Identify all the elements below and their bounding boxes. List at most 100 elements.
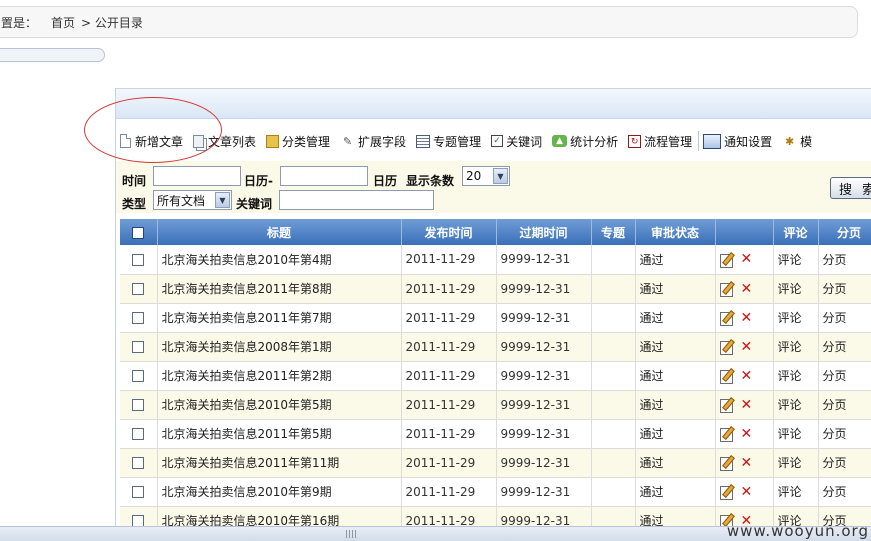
select-all-checkbox[interactable] — [132, 226, 145, 239]
column-header: 标题 — [157, 219, 402, 245]
article-table: 标题 发布时间 过期时间 专题 审批状态 评论 分页 北京海关拍卖信息2010年… — [120, 219, 871, 528]
article-title-link[interactable]: 北京海关拍卖信息2010年第16期 — [157, 506, 402, 528]
select-all-header[interactable] — [120, 219, 158, 245]
article-title-link[interactable]: 北京海关拍卖信息2011年第7期 — [157, 303, 402, 333]
row-checkbox-cell[interactable] — [120, 361, 158, 391]
search-button[interactable]: 搜 索 — [830, 177, 871, 199]
row-checkbox[interactable] — [131, 341, 144, 353]
toolbar-label: 通知设置 — [724, 134, 773, 149]
delete-icon[interactable]: ✕ — [741, 426, 753, 442]
column-header: 专题 — [591, 219, 636, 245]
toolbar-keyword[interactable]: ✓ 关键词 — [491, 133, 542, 150]
comment-link[interactable]: 评论 — [773, 303, 819, 333]
comment-link[interactable]: 评论 — [773, 361, 819, 391]
comment-link[interactable]: 评论 — [773, 245, 819, 275]
article-title-link[interactable]: 北京海关拍卖信息2011年第11期 — [157, 448, 402, 478]
end-date-input[interactable] — [280, 166, 368, 186]
edit-icon[interactable] — [719, 397, 735, 413]
toolbar-topic-manage[interactable]: 专题管理 — [416, 133, 481, 150]
delete-icon[interactable]: ✕ — [741, 339, 753, 355]
edit-icon[interactable] — [719, 368, 735, 384]
row-checkbox[interactable] — [131, 428, 144, 440]
delete-icon[interactable]: ✕ — [741, 397, 753, 413]
pagination-link[interactable]: 分页 — [818, 419, 871, 449]
delete-icon[interactable]: ✕ — [741, 310, 753, 326]
row-checkbox-cell[interactable] — [120, 274, 158, 304]
article-title-link[interactable]: 北京海关拍卖信息2008年第1期 — [157, 332, 402, 362]
row-checkbox[interactable] — [131, 399, 144, 411]
delete-icon[interactable]: ✕ — [741, 455, 753, 471]
comment-link[interactable]: 评论 — [773, 477, 819, 507]
article-title-link[interactable]: 北京海关拍卖信息2010年第5期 — [157, 390, 402, 420]
row-checkbox[interactable] — [131, 457, 144, 469]
toolbar-label: 统计分析 — [570, 134, 619, 149]
edit-icon[interactable] — [719, 484, 735, 500]
row-checkbox[interactable] — [131, 312, 144, 324]
time-label: 时间 — [122, 174, 147, 188]
row-checkbox-cell[interactable] — [120, 390, 158, 420]
toolbar-label: 分类管理 — [282, 134, 331, 149]
pagination-link[interactable]: 分页 — [818, 245, 871, 275]
table-header-row: 标题 发布时间 过期时间 专题 审批状态 评论 分页 — [120, 219, 871, 245]
row-checkbox-cell[interactable] — [120, 506, 158, 528]
article-title-link[interactable]: 北京海关拍卖信息2011年第8期 — [157, 274, 402, 304]
delete-icon[interactable]: ✕ — [741, 281, 753, 297]
pagination-link[interactable]: 分页 — [818, 390, 871, 420]
comment-link[interactable]: 评论 — [773, 419, 819, 449]
approval-status: 通过 — [635, 448, 716, 478]
edit-icon[interactable] — [719, 455, 735, 471]
edit-icon[interactable] — [719, 339, 735, 355]
article-title-link[interactable]: 北京海关拍卖信息2011年第5期 — [157, 419, 402, 449]
type-select[interactable]: 所有文档 ▼ — [153, 190, 232, 210]
show-count-select[interactable]: 20 ▼ — [462, 166, 510, 186]
comment-link[interactable]: 评论 — [773, 274, 819, 304]
actions-cell: ✕ — [715, 245, 774, 275]
row-checkbox-cell[interactable] — [120, 303, 158, 333]
toolbar-extend-field[interactable]: ✎ 扩展字段 — [340, 133, 406, 150]
edit-icon[interactable] — [719, 426, 735, 442]
keyword-input[interactable] — [279, 190, 434, 210]
pagination-link[interactable]: 分页 — [818, 448, 871, 478]
toolbar-article-list[interactable]: 文章列表 — [193, 133, 256, 150]
approval-status: 通过 — [635, 361, 716, 391]
row-checkbox[interactable] — [131, 283, 144, 295]
delete-icon[interactable]: ✕ — [741, 484, 753, 500]
toolbar-category-manage[interactable]: 分类管理 — [266, 133, 330, 150]
comment-link[interactable]: 评论 — [773, 332, 819, 362]
toolbar-notice-settings[interactable]: 通知设置 — [703, 133, 772, 150]
row-checkbox-cell[interactable] — [120, 419, 158, 449]
row-checkbox-cell[interactable] — [120, 332, 158, 362]
table-row: 北京海关拍卖信息2010年第9期 2011-11-29 9999-12-31 通过 ✕ 评… — [120, 477, 871, 507]
delete-icon[interactable]: ✕ — [741, 251, 753, 267]
article-title-link[interactable]: 北京海关拍卖信息2010年第4期 — [157, 245, 402, 275]
row-checkbox[interactable] — [131, 253, 144, 266]
row-checkbox[interactable] — [131, 370, 144, 382]
pagination-link[interactable]: 分页 — [818, 332, 871, 362]
toolbar-statistics[interactable]: ▲ 统计分析 — [552, 133, 618, 150]
table-row: 北京海关拍卖信息2011年第7期 2011-11-29 9999-12-31 通过 ✕ 评… — [120, 303, 871, 333]
start-date-input[interactable] — [153, 166, 241, 186]
pagination-link[interactable]: 分页 — [818, 303, 871, 333]
edit-icon[interactable] — [719, 252, 735, 268]
row-checkbox-cell[interactable] — [120, 245, 158, 275]
topic-cell — [591, 361, 636, 391]
article-title-link[interactable]: 北京海关拍卖信息2010年第9期 — [157, 477, 402, 507]
delete-icon[interactable]: ✕ — [741, 368, 753, 384]
toolbar-new-article[interactable]: 新增文章 — [120, 133, 183, 150]
toolbar-template[interactable]: ✱ 模 — [782, 133, 812, 150]
breadcrumb-home-link[interactable]: 首页 — [51, 14, 75, 31]
article-title-link[interactable]: 北京海关拍卖信息2011年第2期 — [157, 361, 402, 391]
row-checkbox-cell[interactable] — [120, 448, 158, 478]
pagination-link[interactable]: 分页 — [818, 274, 871, 304]
comment-link[interactable]: 评论 — [773, 390, 819, 420]
comment-link[interactable]: 评论 — [773, 448, 819, 478]
edit-icon[interactable] — [719, 281, 735, 297]
toolbar-workflow[interactable]: ↻ 流程管理 — [628, 133, 692, 150]
row-checkbox[interactable] — [131, 486, 144, 498]
pagination-link[interactable]: 分页 — [818, 361, 871, 391]
pagination-link[interactable]: 分页 — [818, 477, 871, 507]
row-checkbox-cell[interactable] — [120, 477, 158, 507]
expire-date: 9999-12-31 — [496, 361, 592, 391]
left-scroll-pill[interactable] — [0, 48, 105, 62]
edit-icon[interactable] — [719, 310, 735, 326]
